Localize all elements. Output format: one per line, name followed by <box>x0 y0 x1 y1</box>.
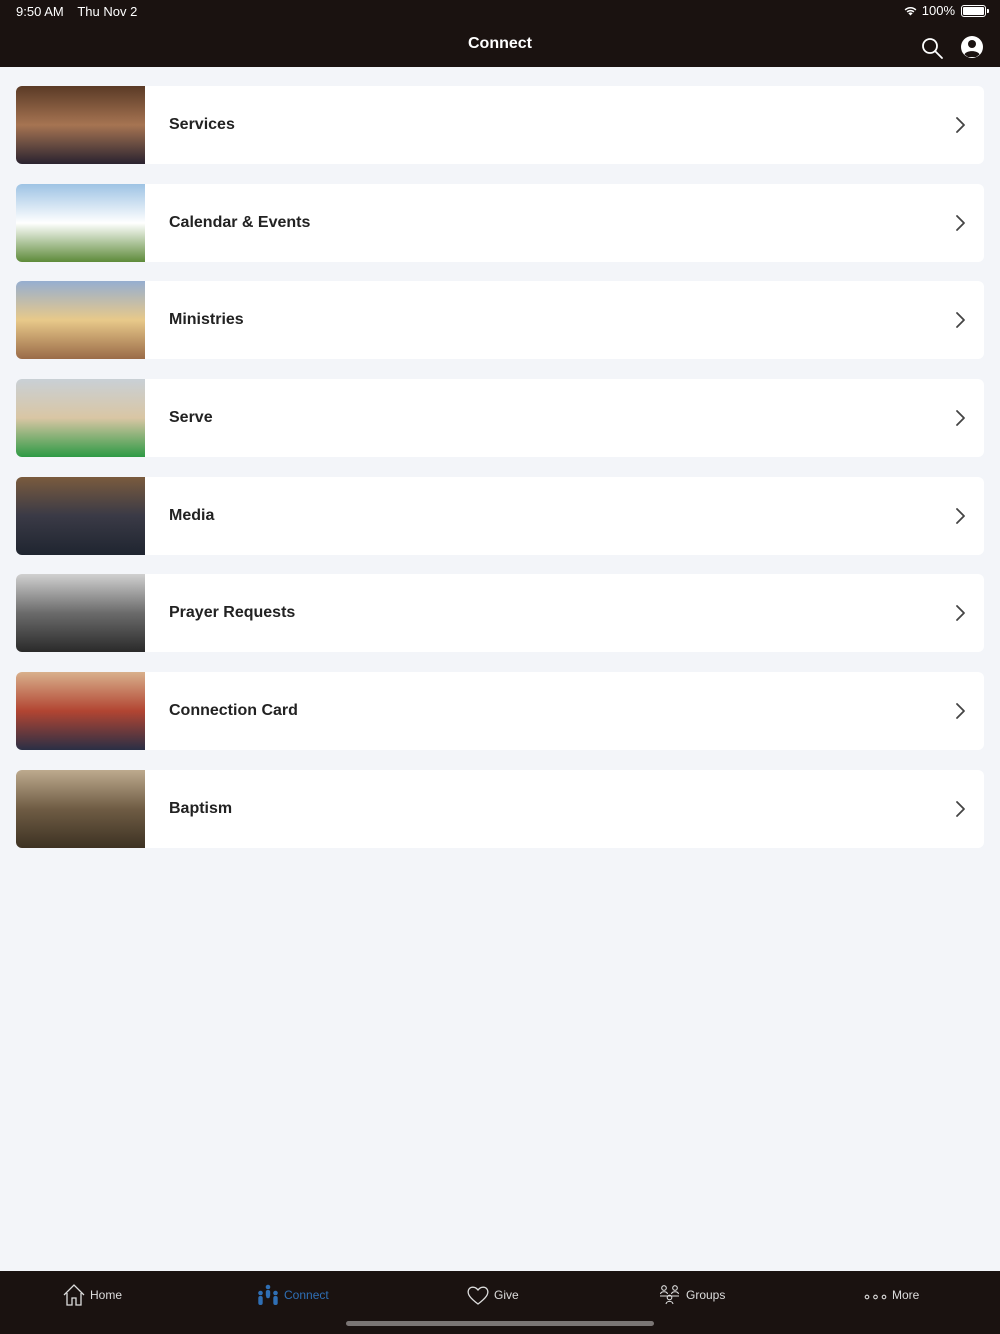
heart-icon <box>467 1286 489 1305</box>
thumbnail-image <box>16 574 145 653</box>
top-bar: 9:50 AM Thu Nov 2 100% Connect <box>0 0 1000 67</box>
list-item-calendar-and-events[interactable]: Calendar & Events <box>16 183 984 262</box>
tab-connect[interactable]: Connect <box>256 1283 329 1307</box>
more-dots-icon <box>864 1294 887 1300</box>
thumbnail-image <box>16 476 145 555</box>
list-item-connection-card[interactable]: Connection Card <box>16 672 984 751</box>
thumbnail-image <box>16 769 145 848</box>
home-icon <box>63 1284 85 1306</box>
chevron-right-icon <box>956 800 965 817</box>
list-item-label: Services <box>169 116 235 133</box>
tab-give-label: Give <box>494 1288 519 1302</box>
connect-list: Services Calendar & Events Ministries Serve… <box>16 86 984 868</box>
list-item-label: Baptism <box>169 799 233 817</box>
thumbnail-image <box>16 281 145 360</box>
chevron-right-icon <box>956 703 965 720</box>
tab-home[interactable]: Home <box>62 1283 122 1307</box>
people-icon <box>258 1284 278 1305</box>
thumbnail-image <box>16 379 145 458</box>
tab-more[interactable]: More <box>864 1283 919 1307</box>
list-item-media[interactable]: Media <box>16 476 984 555</box>
profile-icon[interactable] <box>960 35 984 59</box>
search-icon[interactable] <box>920 36 944 60</box>
status-bar-left: 9:50 AM Thu Nov 2 <box>16 4 137 19</box>
tab-connect-label: Connect <box>284 1288 329 1302</box>
thumbnail-image <box>16 183 145 262</box>
tab-give[interactable]: Give <box>466 1283 519 1307</box>
list-item-services[interactable]: Services <box>16 86 984 164</box>
thumbnail-image <box>16 672 145 751</box>
status-time: 9:50 AM <box>16 4 64 19</box>
tab-home-label: Home <box>90 1288 123 1302</box>
list-item-label: Calendar & Events <box>169 213 311 231</box>
list-item-prayer-requests[interactable]: Prayer Requests <box>16 574 984 653</box>
chevron-right-icon <box>956 410 965 426</box>
list-item-baptism[interactable]: Baptism <box>16 769 984 848</box>
chevron-right-icon <box>956 507 965 524</box>
thumbnail-image <box>16 86 145 164</box>
groups-icon <box>659 1285 680 1305</box>
list-item-label: Media <box>169 506 215 524</box>
chevron-right-icon <box>956 605 965 622</box>
status-date: Thu Nov 2 <box>77 4 138 19</box>
list-item-label: Ministries <box>169 311 244 329</box>
tab-more-label: More <box>892 1288 920 1302</box>
list-item-serve[interactable]: Serve <box>16 379 984 458</box>
tab-groups-label: Groups <box>686 1288 726 1302</box>
tab-groups[interactable]: Groups <box>658 1283 725 1307</box>
chevron-right-icon <box>956 117 965 133</box>
list-item-label: Serve <box>169 409 213 427</box>
status-bar-right: 100% <box>903 3 989 18</box>
page-title: Connect <box>468 35 532 52</box>
home-indicator[interactable] <box>346 1321 654 1326</box>
list-item-label: Prayer Requests <box>169 604 296 622</box>
wifi-icon <box>904 6 917 16</box>
list-item-label: Connection Card <box>169 702 298 720</box>
chevron-right-icon <box>956 312 965 329</box>
battery-icon <box>961 4 989 17</box>
list-item-ministries[interactable]: Ministries <box>16 281 984 360</box>
chevron-right-icon <box>956 214 965 231</box>
battery-percent: 100% <box>921 3 955 18</box>
